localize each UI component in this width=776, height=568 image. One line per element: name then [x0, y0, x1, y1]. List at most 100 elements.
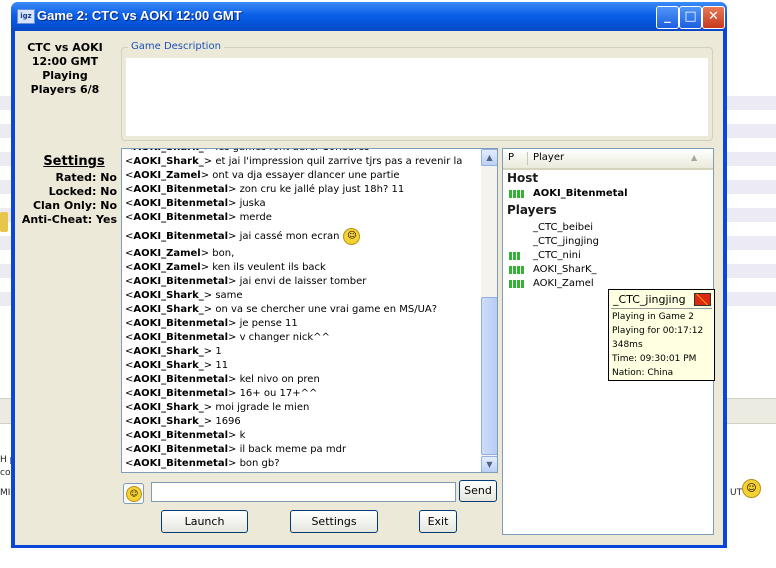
chat-user: AOKI_Bitenmetal [133, 184, 228, 195]
chat-text: 16+ ou 17+^^ [239, 388, 318, 399]
ping-bars-icon [509, 223, 527, 231]
chat-text: bon, [212, 248, 235, 259]
chat-user: AOKI_Shark_ [133, 149, 203, 153]
player-row[interactable]: _CTC_beibei [509, 221, 709, 235]
chat-user: AOKI_Zamel [133, 170, 201, 181]
chat-line: <AOKI_Bitenmetal> zon cru ke jallé play … [125, 184, 405, 195]
launch-button[interactable]: Launch [161, 510, 248, 533]
chat-user: AOKI_Shark_ [133, 290, 204, 301]
chat-line: <AOKI_Shark_> et jai l'impression quil z… [125, 156, 463, 167]
send-button[interactable]: Send [459, 480, 497, 502]
chat-text: ken ils veulent ils back [212, 262, 326, 273]
chat-text: jai cassé mon ecran [239, 231, 340, 242]
game-description-text[interactable] [126, 58, 708, 136]
column-divider[interactable] [527, 152, 528, 165]
game-name-line1: CTC vs AOKI [27, 41, 103, 54]
chat-text: 1696 [215, 416, 241, 427]
tooltip-ping: 348ms [612, 340, 643, 350]
chat-text: zon cru ke jallé play just 18h? 11 [239, 184, 405, 195]
chat-line: <AOKI_Bitenmetal> kel nivo on pren [125, 374, 320, 385]
chat-user: AOKI_Bitenmetal [133, 198, 228, 209]
host-section-label: Host [507, 171, 539, 185]
setting-locked: Locked: No [48, 185, 117, 198]
chat-line: <AOKI_Bitenmetal> 16+ ou 17+^^ [125, 388, 318, 399]
chat-log[interactable]: <AOKI_Shark_> les games font durer 10heu… [121, 148, 498, 473]
chat-text: juska [239, 198, 266, 209]
player-row[interactable]: _CTC_jingjing [509, 235, 709, 249]
chat-line: <AOKI_Bitenmetal> juska [125, 198, 266, 209]
window-title: Game 2: CTC vs AOKI 12:00 GMT [37, 8, 242, 23]
ping-bars-icon [509, 189, 527, 198]
chat-text: les games font durer 10heures [215, 149, 369, 153]
chat-text: je pense 11 [239, 318, 298, 329]
chat-text: jai envi de laisser tomber [239, 276, 367, 287]
setting-clan-only: Clan Only: No [32, 199, 117, 212]
background-text: UT [730, 488, 743, 498]
host-row[interactable]: AOKI_Bitenmetal [509, 187, 709, 201]
chat-line: <AOKI_Bitenmetal> jai envi de laisser to… [125, 276, 367, 287]
scroll-up-icon[interactable]: ▲ [481, 149, 497, 166]
lock-icon [0, 212, 8, 232]
chat-text: et jai l'impression quil zarrive tjrs pa… [215, 156, 463, 167]
player-list-header: P Player ▲ [503, 149, 713, 170]
chat-input[interactable] [151, 482, 456, 502]
chat-user: AOKI_Bitenmetal [133, 332, 228, 343]
smiley-icon: ☺ [126, 486, 142, 502]
chat-user: AOKI_Bitenmetal [133, 458, 228, 469]
chat-text: moi jgrade le mien [215, 402, 310, 413]
game-name-line2: 12:00 GMT [31, 55, 99, 68]
chat-line: <AOKI_Shark_> on va se chercher une vrai… [125, 304, 438, 315]
player-row[interactable]: AOKI_SharK_ [509, 263, 709, 277]
settings-panel: Settings Rated: No Locked: No Clan Only:… [17, 155, 117, 227]
chat-text: kel nivo on pren [239, 374, 320, 385]
china-flag-icon [694, 293, 711, 306]
column-ping[interactable]: P [508, 152, 514, 163]
chat-user: AOKI_Bitenmetal [133, 388, 228, 399]
ping-bars-icon [509, 265, 527, 274]
chat-scrollbar[interactable]: ▲ ▼ [481, 149, 497, 472]
tooltip-time: Time: 09:30:01 PM [612, 354, 697, 364]
tooltip-game: Playing in Game 2 [612, 312, 694, 322]
scroll-thumb[interactable] [481, 297, 497, 455]
maximize-button[interactable]: □ [679, 6, 702, 29]
players-section-label: Players [507, 203, 557, 217]
chat-line: <AOKI_Shark_> moi jgrade le mien [125, 402, 310, 413]
exit-button[interactable]: Exit [419, 510, 457, 533]
ping-bars-icon [509, 237, 527, 245]
window-client: CTC vs AOKI 12:00 GMT Playing Players 6/… [15, 31, 723, 545]
minimize-button[interactable]: _ [656, 6, 679, 29]
tooltip-divider [611, 308, 712, 309]
ping-bars-icon [509, 251, 527, 260]
column-player[interactable]: Player [533, 152, 564, 163]
grin-emoticon-icon: ☺ [343, 227, 361, 245]
emoticon-button[interactable]: ☺ [123, 483, 144, 504]
chat-user: AOKI_Bitenmetal [133, 276, 228, 287]
chat-text: merde [239, 212, 272, 223]
chat-user: AOKI_Shark_ [133, 346, 204, 357]
scroll-down-icon[interactable]: ▼ [481, 456, 497, 472]
tooltip-duration: Playing for 00:17:12 [612, 326, 704, 336]
background-text: MI [0, 488, 11, 498]
chat-line: <AOKI_Shark_> 1 [125, 346, 222, 357]
player-name: AOKI_SharK_ [533, 264, 597, 275]
chat-text: il back meme pa mdr [239, 444, 347, 455]
player-row[interactable]: _CTC_nini [509, 249, 709, 263]
chat-line: <AOKI_Bitenmetal> k [125, 430, 246, 441]
chat-text: 11 [215, 360, 229, 371]
chat-line: <AOKI_Zamel> bon, [125, 248, 235, 259]
chat-user: AOKI_Bitenmetal [133, 318, 228, 329]
close-button[interactable]: ✕ [702, 6, 725, 29]
chat-line: <AOKI_Bitenmetal> merde [125, 212, 272, 223]
settings-button[interactable]: Settings [290, 510, 378, 533]
chat-user: AOKI_Shark_ [133, 360, 204, 371]
chat-lines: <AOKI_Shark_> les games font durer 10heu… [125, 149, 480, 471]
player-name: _CTC_beibei [533, 222, 594, 233]
chat-line: <AOKI_Bitenmetal> jai cassé mon ecran ☺ [125, 227, 480, 247]
chat-text: v changer nick^^ [239, 332, 330, 343]
chat-text: k [239, 430, 246, 441]
chat-line: <AOKI_Shark_> 11 [125, 360, 229, 371]
settings-title: Settings [43, 154, 105, 169]
player-name: AOKI_Zamel [533, 278, 594, 289]
title-bar[interactable]: igz Game 2: CTC vs AOKI 12:00 GMT _ □ ✕ [11, 2, 727, 31]
chat-text: same [215, 290, 243, 301]
